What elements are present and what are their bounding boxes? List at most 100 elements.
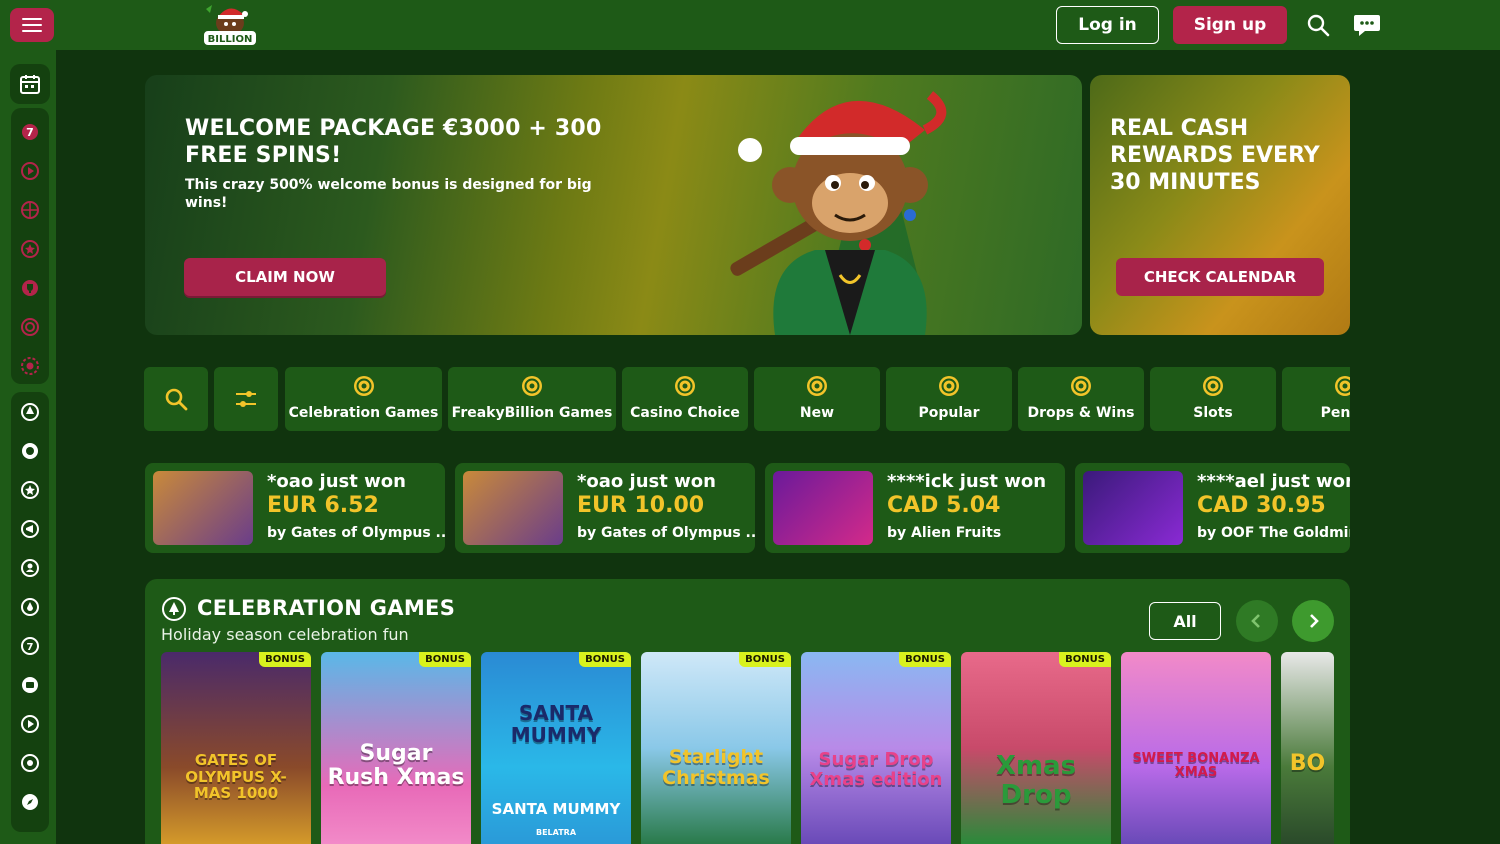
user-icon — [939, 376, 959, 396]
tree-icon[interactable] — [20, 402, 40, 422]
svg-text:7: 7 — [26, 126, 34, 139]
section-title: CELEBRATION GAMES — [197, 596, 456, 620]
winner-amount: EUR 6.52 — [267, 493, 379, 518]
gear-icon[interactable] — [20, 356, 40, 376]
chevron-right-icon — [1310, 614, 1319, 628]
star-icon — [675, 376, 695, 396]
category-penny[interactable]: Penny — [1282, 367, 1350, 431]
menu-button[interactable] — [10, 8, 54, 42]
carousel-prev-button[interactable] — [1236, 600, 1278, 642]
game-title: GATES OF OLYMPUS X-MAS 1000 — [185, 751, 287, 802]
category-popular[interactable]: Popular — [886, 367, 1012, 431]
game-thumbnail[interactable] — [153, 471, 253, 545]
tree-icon — [162, 597, 186, 621]
game-title: Sugar Rush Xmas — [327, 741, 465, 791]
calendar-icon — [20, 75, 40, 94]
drop-icon[interactable] — [20, 597, 40, 617]
sidebar-group-casino: 7 — [11, 392, 49, 832]
category-bar: Celebration Games FreakyBillion Games Casi… — [144, 367, 1350, 431]
coin-icon — [1335, 376, 1350, 396]
hamburger-icon — [22, 18, 42, 20]
category-freakybillion-games[interactable]: FreakyBillion Games — [448, 367, 616, 431]
winner-game: by Gates of Olympus ... — [577, 525, 755, 541]
winner-card[interactable]: ****ick just won CAD 5.04 by Alien Fruits — [765, 463, 1065, 553]
user-icon[interactable] — [20, 558, 40, 578]
game-title: BO — [1289, 751, 1326, 776]
sidebar-item-calendar[interactable] — [10, 64, 50, 104]
bonus-badge: BONUS — [419, 652, 471, 667]
category-drops-wins[interactable]: Drops & Wins — [1018, 367, 1144, 431]
chat-icon[interactable] — [1353, 12, 1381, 38]
bonus-badge: BONUS — [739, 652, 791, 667]
top-bar: BILLION Log in Sign up — [0, 0, 1500, 50]
game-tile[interactable]: BONUS Xmas Drop — [961, 652, 1111, 844]
game-tile[interactable]: BO — [1281, 652, 1334, 844]
star-icon[interactable] — [20, 239, 40, 259]
view-all-button[interactable]: All — [1149, 602, 1221, 640]
play-icon[interactable] — [20, 161, 40, 181]
compass-icon[interactable] — [20, 792, 40, 812]
search-icon[interactable] — [1305, 12, 1331, 38]
filter-button[interactable] — [214, 367, 278, 431]
sidebar-group-sports: 7 — [11, 108, 49, 384]
megaphone-icon[interactable] — [20, 519, 40, 539]
bonus-badge: BONUS — [899, 652, 951, 667]
game-tile[interactable]: SWEET BONANZA XMAS — [1121, 652, 1271, 844]
login-button[interactable]: Log in — [1056, 6, 1159, 44]
game-tile[interactable]: BONUS Starlight Christmas — [641, 652, 791, 844]
dice-icon[interactable] — [20, 675, 40, 695]
winner-card[interactable]: *oao just won EUR 6.52 by Gates of Olympus… — [145, 463, 445, 553]
category-label: Drops & Wins — [1027, 405, 1135, 421]
coin-icon — [522, 376, 542, 396]
star-icon[interactable] — [20, 480, 40, 500]
category-new[interactable]: New — [754, 367, 880, 431]
rewards-banner[interactable]: REAL CASH REWARDS EVERY 30 MINUTES CHECK… — [1090, 75, 1350, 335]
winner-card[interactable]: *oao just won EUR 10.00 by Gates of Olympu… — [455, 463, 755, 553]
freaky-billion-logo[interactable]: BILLION — [198, 3, 262, 47]
hamburger-line — [22, 24, 42, 26]
live-icon[interactable] — [20, 753, 40, 773]
chevron-left-icon — [1251, 614, 1260, 628]
winner-game: by Gates of Olympus ... — [267, 525, 445, 541]
game-thumbnail[interactable] — [773, 471, 873, 545]
target-icon[interactable] — [20, 317, 40, 337]
category-label: New — [799, 405, 835, 421]
signup-button[interactable]: Sign up — [1173, 6, 1287, 44]
coin-icon[interactable] — [20, 441, 40, 461]
carousel-next-button[interactable] — [1292, 600, 1334, 642]
sliders-icon — [236, 391, 256, 407]
bonus-badge: BONUS — [1059, 652, 1111, 667]
game-thumbnail[interactable] — [463, 471, 563, 545]
seven-icon[interactable]: 7 — [20, 636, 40, 656]
winner-username: ****ael just won — [1197, 471, 1350, 492]
category-casino-choice[interactable]: Casino Choice — [622, 367, 748, 431]
game-tile[interactable]: BONUS Sugar Rush Xmas — [321, 652, 471, 844]
category-slots[interactable]: Slots — [1150, 367, 1276, 431]
search-icon — [165, 388, 188, 411]
bonus-badge: BONUS — [259, 652, 311, 667]
winner-game: by Alien Fruits — [887, 525, 1002, 541]
winner-amount: CAD 30.95 — [1197, 493, 1326, 518]
megaphone-icon — [807, 376, 827, 396]
category-celebration-games[interactable]: Celebration Games — [285, 367, 442, 431]
play-icon[interactable] — [20, 714, 40, 734]
ball-icon[interactable] — [20, 200, 40, 220]
game-thumbnail[interactable] — [1083, 471, 1183, 545]
game-tile[interactable]: BONUS GATES OF OLYMPUS X-MAS 1000 — [161, 652, 311, 844]
check-calendar-button[interactable]: CHECK CALENDAR — [1116, 258, 1324, 296]
game-provider: BELATRA — [535, 828, 577, 837]
game-tile[interactable]: BONUS Sugar Drop Xmas edition — [801, 652, 951, 844]
seven-icon — [1203, 376, 1223, 396]
welcome-banner[interactable]: WELCOME PACKAGE €3000 + 300 FREE SPINS! … — [145, 75, 1082, 335]
game-caption: SANTA MUMMY — [491, 800, 621, 818]
category-search-button[interactable] — [144, 367, 208, 431]
winner-card[interactable]: ****ael just won CAD 30.95 by OOF The Gold… — [1075, 463, 1350, 553]
welcome-banner-title: WELCOME PACKAGE €3000 + 300 FREE SPINS! — [185, 116, 602, 168]
seven-icon[interactable]: 7 — [20, 122, 40, 142]
winner-username: *oao just won — [267, 471, 406, 492]
section-subtitle: Holiday season celebration fun — [161, 625, 409, 644]
game-tile[interactable]: BONUS SANTA MUMMY SANTA MUMMY BELATRA — [481, 652, 631, 844]
trophy-icon[interactable] — [20, 278, 40, 298]
svg-text:BILLION: BILLION — [208, 34, 253, 45]
claim-now-button[interactable]: CLAIM NOW — [184, 258, 386, 296]
